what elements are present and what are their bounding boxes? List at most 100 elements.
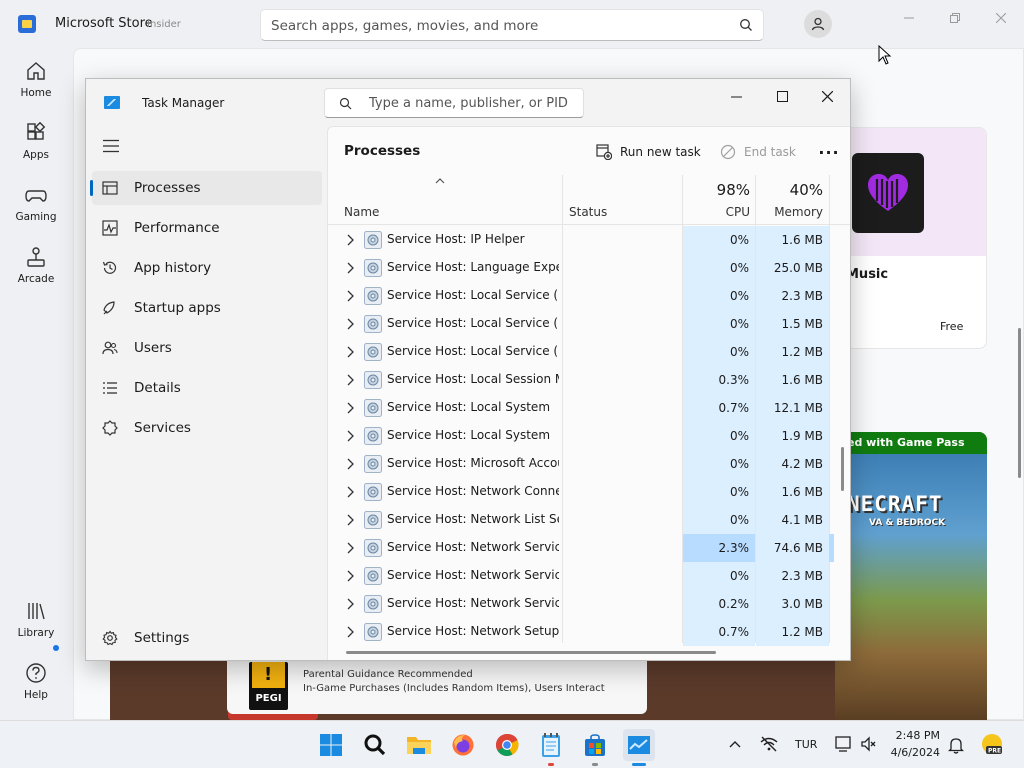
table-row[interactable]: Service Host: Network Service 2.3% 74.6 MB (328, 534, 850, 562)
sort-chevron-up-icon[interactable] (434, 177, 446, 185)
chevron-right-icon[interactable] (346, 570, 354, 582)
store-restore-icon[interactable] (932, 8, 978, 28)
chevron-right-icon[interactable] (346, 486, 354, 498)
chevron-right-icon[interactable] (346, 598, 354, 610)
tm-nav-startup-apps[interactable]: Startup apps (92, 291, 322, 325)
tm-settings-button[interactable]: Settings (98, 623, 318, 653)
table-row[interactable]: Service Host: Local System 0.7% 12.1 MB (328, 394, 850, 422)
input-language[interactable]: TUR (795, 738, 817, 751)
nav-apps[interactable]: Apps (0, 122, 72, 161)
store-scrollbar[interactable] (1018, 328, 1021, 478)
store-search-input[interactable] (271, 16, 731, 36)
tm-nav-performance[interactable]: Performance (92, 211, 322, 245)
nav-library[interactable]: Library (0, 600, 72, 639)
tm-nav-app-history[interactable]: App history (92, 251, 322, 285)
search-icon[interactable] (739, 18, 753, 32)
tm-nav-services[interactable]: Services (92, 411, 322, 445)
chevron-right-icon[interactable] (346, 430, 354, 442)
chevron-right-icon[interactable] (346, 514, 354, 526)
music-card-price: Free (940, 320, 964, 333)
table-row[interactable]: Service Host: Local Session M... 0.3% 1.6 … (328, 366, 850, 394)
table-row[interactable]: Service Host: Network Service 0.2% 3.0 MB (328, 590, 850, 618)
taskbar-chrome[interactable] (491, 729, 523, 761)
process-list-hscrollbar[interactable] (346, 651, 716, 654)
speaker-muted-icon[interactable] (860, 736, 876, 752)
memory-total-percent[interactable]: 40% (756, 181, 823, 199)
network-offline-icon[interactable] (760, 736, 778, 752)
chevron-right-icon[interactable] (346, 234, 354, 246)
chevron-right-icon[interactable] (346, 290, 354, 302)
nav-arcade[interactable]: Arcade (0, 246, 72, 285)
chevron-right-icon[interactable] (346, 626, 354, 638)
table-row[interactable]: Service Host: IP Helper 0% 1.6 MB (328, 226, 850, 254)
tm-close-icon[interactable] (804, 81, 850, 111)
table-row[interactable]: Service Host: Language Experi... 0%25.0 M… (328, 254, 850, 282)
process-cpu: 0% (683, 506, 755, 534)
store-close-icon[interactable] (978, 8, 1024, 28)
run-new-task-button[interactable]: Run new task (596, 140, 701, 164)
home-icon (27, 62, 45, 80)
process-name: Service Host: IP Helper (387, 232, 525, 246)
copilot-preview-icon[interactable]: PRE (980, 732, 1004, 756)
minecraft-card[interactable]: ed with Game Pass NECRAFT VA & BEDROCK (835, 432, 987, 720)
column-status[interactable]: Status (569, 205, 607, 219)
taskbar-microsoft-store[interactable] (579, 729, 611, 761)
table-row[interactable]: Service Host: Microsoft Accou... 0% 4.2 MB (328, 450, 850, 478)
chevron-right-icon[interactable] (346, 402, 354, 414)
nav-gaming[interactable]: Gaming (0, 184, 72, 223)
table-row[interactable]: Service Host: Network Connec... 0%1.6 MB (328, 478, 850, 506)
chevron-right-icon[interactable] (346, 346, 354, 358)
account-avatar-icon[interactable] (804, 10, 832, 38)
table-row[interactable]: Service Host: Local Service (N... 0%1.5 M… (328, 310, 850, 338)
table-row[interactable]: Service Host: Local Service (N... 0%2.3 M… (328, 282, 850, 310)
tm-nav-users[interactable]: Users (92, 331, 322, 365)
clock-time[interactable]: 2:48 PM (884, 729, 940, 742)
table-row[interactable]: Service Host: Network Setup S... 0.7%1.2 … (328, 618, 850, 646)
tm-nav-details[interactable]: Details (92, 371, 322, 405)
process-name: Service Host: Network Service (387, 540, 559, 554)
taskbar-search-button[interactable] (359, 729, 391, 761)
store-minimize-icon[interactable] (886, 8, 932, 28)
column-cpu[interactable]: CPU (684, 205, 750, 219)
start-button[interactable] (315, 729, 347, 761)
music-app-card[interactable]: Music Free (835, 127, 987, 349)
table-row[interactable]: Service Host: Network List Ser... 0%4.1 M… (328, 506, 850, 534)
process-name: Service Host: Language Experi... (387, 260, 559, 274)
tm-nav-processes[interactable]: Processes (90, 171, 322, 205)
more-options-icon[interactable]: ··· (816, 140, 842, 164)
cpu-total-percent[interactable]: 98% (684, 181, 750, 199)
store-running-indicator (592, 763, 598, 766)
process-list-scrollbar[interactable] (841, 447, 844, 491)
clock-date[interactable]: 4/6/2024 (884, 746, 940, 759)
taskbar-file-explorer[interactable] (403, 729, 435, 761)
tm-search-box[interactable] (324, 88, 584, 118)
chevron-right-icon[interactable] (346, 374, 354, 386)
taskbar-firefox[interactable] (447, 729, 479, 761)
column-name[interactable]: Name (344, 205, 379, 219)
taskbar-notepad[interactable] (535, 729, 567, 761)
tm-maximize-icon[interactable] (759, 81, 805, 111)
chevron-right-icon[interactable] (346, 542, 354, 554)
chevron-right-icon[interactable] (346, 458, 354, 470)
table-row[interactable]: Service Host: Local System 0% 1.9 MB (328, 422, 850, 450)
table-row[interactable]: Service Host: Local Service (N... 0%1.2 M… (328, 338, 850, 366)
taskbar-task-manager[interactable] (623, 729, 655, 761)
tm-minimize-icon[interactable] (713, 81, 759, 111)
chevron-up-icon[interactable] (729, 739, 741, 749)
process-cpu: 0.2% (683, 590, 755, 618)
library-icon (28, 603, 45, 620)
store-nav-rail: Home Apps Gaming Arcade Library Help (0, 48, 72, 720)
notification-bell-icon[interactable] (948, 736, 964, 754)
chevron-right-icon[interactable] (346, 318, 354, 330)
nav-home[interactable]: Home (0, 60, 72, 99)
end-task-button[interactable]: End task (720, 140, 796, 164)
table-row[interactable]: Service Host: Network Service 0% 2.3 MB (328, 562, 850, 590)
nav-help[interactable]: Help (0, 662, 72, 701)
chevron-right-icon[interactable] (346, 262, 354, 274)
hamburger-menu-icon[interactable] (102, 139, 120, 153)
process-cpu: 0% (683, 254, 755, 282)
store-search-box[interactable] (260, 9, 764, 41)
column-memory[interactable]: Memory (756, 205, 823, 219)
tm-search-input[interactable] (369, 94, 569, 112)
phone-link-icon[interactable] (835, 736, 851, 752)
